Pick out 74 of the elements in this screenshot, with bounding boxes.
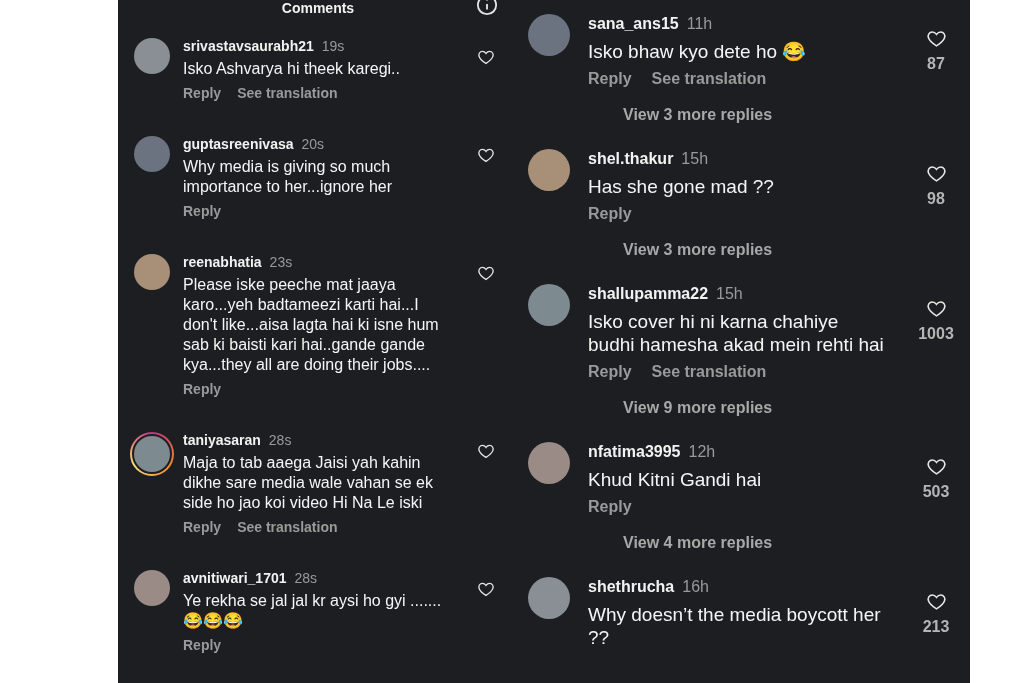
see-translation-link[interactable]: See translation <box>237 82 338 104</box>
comment-time: 15h <box>716 284 743 304</box>
reply-link[interactable]: Reply <box>183 378 222 400</box>
username[interactable]: shallupamma22 <box>588 282 709 306</box>
avatar[interactable] <box>134 254 170 290</box>
reply-link[interactable]: Reply <box>588 202 632 226</box>
view-replies-link[interactable]: View 4 more replies <box>623 531 773 555</box>
comment-text: Isko Ashvarya hi theek karegi.. <box>183 59 401 79</box>
avatar[interactable] <box>134 136 170 172</box>
username[interactable]: nfatima3995 <box>588 440 681 464</box>
reply-link[interactable]: Reply <box>588 495 632 519</box>
view-replies-link[interactable]: View 9 more replies <box>623 396 773 420</box>
avatar[interactable] <box>134 570 170 606</box>
reply-link[interactable]: Reply <box>588 67 632 91</box>
comment-text: Ye rekha se jal jal kr aysi ho gyi .......😂😂😂 <box>183 591 443 631</box>
avatar[interactable] <box>528 442 570 484</box>
heart-icon[interactable] <box>925 163 947 184</box>
comment-time: 15h <box>681 149 709 169</box>
avatar[interactable] <box>528 284 570 326</box>
username[interactable]: shel.thakur <box>588 147 674 171</box>
comment-text: Please iske peeche mat jaaya karo...yeh badtameezi karti hai...I don't like...aisa lagta hai ki isne hum sab ki baisti kari hai..gande gande kya...they all are doing their jobs.... <box>183 275 440 375</box>
username[interactable]: srivastavsaurabh21 <box>183 36 314 57</box>
comment-time: 20s <box>301 135 325 154</box>
heart-icon[interactable] <box>477 48 495 66</box>
avatar[interactable] <box>528 577 570 619</box>
like-count: 87 <box>927 54 945 74</box>
comment-text: Isko bhaw kyo dete ho 😂 <box>588 40 808 63</box>
comment-text: Why doesn’t the media boycott her ?? <box>588 603 882 649</box>
like-count: 98 <box>927 189 945 209</box>
username[interactable]: reenabhatia <box>183 252 262 273</box>
comment-time: 12h <box>688 442 716 462</box>
comment-time: 19s <box>321 37 345 56</box>
see-translation-link[interactable]: See translation <box>651 67 767 91</box>
comment-text: Khud Kitni Gandi hai <box>588 468 763 491</box>
avatar[interactable] <box>134 38 170 74</box>
comment-text: Why media is giving so much importance to her...ignore her <box>183 157 393 197</box>
see-translation-link[interactable]: See translation <box>237 516 338 538</box>
view-replies-link[interactable]: View 3 more replies <box>623 103 773 127</box>
comment-time: 16h <box>682 577 709 597</box>
heart-icon[interactable] <box>925 28 947 49</box>
like-count: 503 <box>922 482 950 502</box>
avatar[interactable] <box>528 14 570 56</box>
avatar[interactable] <box>130 432 174 476</box>
like-count: 213 <box>922 617 950 637</box>
heart-icon[interactable] <box>477 264 495 282</box>
comment-time: 28s <box>294 569 318 588</box>
comment-time: 11h <box>686 14 713 34</box>
info-icon[interactable] <box>476 0 498 16</box>
reply-link[interactable]: Reply <box>183 634 222 656</box>
comments-title: Comments <box>281 0 355 16</box>
comment-time: 28s <box>268 431 292 450</box>
heart-icon[interactable] <box>925 456 947 477</box>
see-translation-link[interactable]: See translation <box>651 360 767 384</box>
reply-link[interactable]: Reply <box>183 82 222 104</box>
comment-text: Maja to tab aaega Jaisi yah kahin dikhe sare media wale vahan se ek side ho jao koi video Hi Na Le iski <box>183 453 434 513</box>
username[interactable]: guptasreenivasa <box>183 134 294 155</box>
view-replies-link[interactable]: View 3 more replies <box>623 238 773 262</box>
like-count: 1003 <box>918 324 954 344</box>
heart-icon[interactable] <box>925 591 947 612</box>
avatar[interactable] <box>528 149 570 191</box>
heart-icon[interactable] <box>925 298 947 319</box>
comment-text: Has she gone mad ?? <box>588 175 775 198</box>
username[interactable]: avnitiwari_1701 <box>183 568 287 589</box>
heart-icon[interactable] <box>477 442 495 460</box>
comment-text: Isko cover hi ni karna chahiye budhi hamesha akad mein rehti hai <box>588 310 885 356</box>
heart-icon[interactable] <box>477 580 495 598</box>
username[interactable]: taniyasaran <box>183 430 261 451</box>
reply-link[interactable]: Reply <box>588 360 632 384</box>
username[interactable]: sana_ans15 <box>588 12 679 36</box>
heart-icon[interactable] <box>477 146 495 164</box>
username[interactable]: shethrucha <box>588 575 675 599</box>
comment-time: 23s <box>269 253 293 272</box>
reply-link[interactable]: Reply <box>183 516 222 538</box>
reply-link[interactable]: Reply <box>183 200 222 222</box>
